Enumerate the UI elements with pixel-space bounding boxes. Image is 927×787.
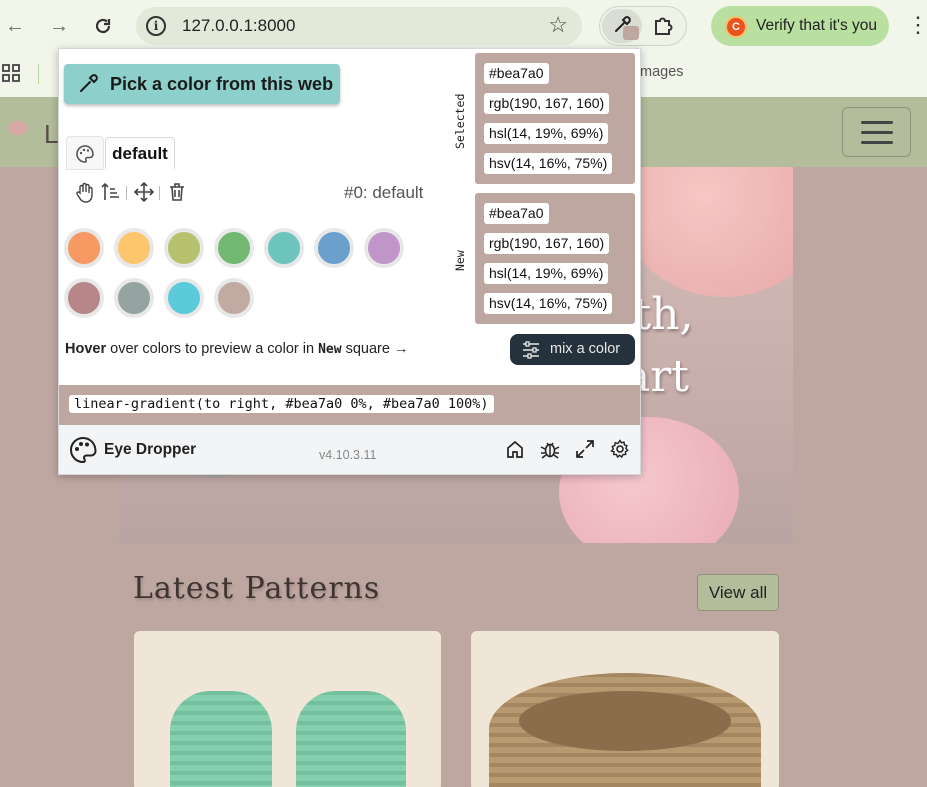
pick-color-button[interactable]: Pick a color from this web	[64, 64, 340, 104]
hint-bold: Hover	[65, 341, 107, 357]
booties-image	[170, 691, 272, 787]
toolbar-separator	[159, 186, 160, 200]
site-brand[interactable]: L	[44, 119, 58, 150]
gear-icon[interactable]	[610, 439, 630, 459]
palette-swatch[interactable]	[164, 278, 204, 318]
url-text[interactable]: 127.0.0.1:8000	[182, 16, 295, 36]
gradient-preview: linear-gradient(to right, #bea7a0 0%, #b…	[59, 385, 640, 425]
palette-icon	[76, 145, 94, 163]
eyedropper-extension-button[interactable]	[602, 9, 642, 43]
new-hsl[interactable]: hsl(14, 19%, 69%)	[484, 263, 609, 284]
verify-label: Verify that it's you	[756, 17, 877, 34]
hamburger-menu-button[interactable]	[842, 107, 911, 157]
home-icon[interactable]	[505, 439, 525, 459]
basket-inner	[519, 691, 731, 751]
selected-hex[interactable]: #bea7a0	[484, 63, 549, 84]
app-name: Eye Dropper	[104, 441, 197, 458]
browser-toolbar: ← → i 127.0.0.1:8000 ☆ C Verify that it'…	[0, 0, 927, 52]
pick-color-label: Pick a color from this web	[110, 74, 334, 94]
section-title: Latest Patterns	[133, 571, 381, 606]
current-color-swatch	[623, 26, 639, 40]
eyedropper-popup: Pick a color from this web default #0: d…	[58, 48, 641, 475]
hint-text-2: square →	[341, 341, 409, 357]
yarn-ball-image	[624, 167, 793, 297]
new-label: New	[453, 250, 467, 271]
palette-swatch[interactable]	[264, 228, 304, 268]
extensions-group	[599, 6, 687, 46]
new-hex[interactable]: #bea7a0	[484, 203, 549, 224]
palette-swatch[interactable]	[364, 228, 404, 268]
gradient-css-text[interactable]: linear-gradient(to right, #bea7a0 0%, #b…	[69, 395, 494, 413]
hint-text-1: over colors to preview a color in	[106, 341, 319, 357]
back-arrow-icon[interactable]: ←	[2, 13, 28, 39]
eyedropper-logo-icon	[70, 436, 97, 464]
move-icon[interactable]	[133, 181, 155, 203]
palette-swatch[interactable]	[64, 278, 104, 318]
pattern-card[interactable]	[471, 631, 779, 787]
new-hsv[interactable]: hsv(14, 16%, 75%)	[484, 293, 613, 314]
selected-color-panel: Selected #bea7a0 rgb(190, 167, 160) hsl(…	[453, 53, 635, 184]
apps-grid-icon[interactable]	[2, 64, 22, 90]
site-logo[interactable]	[8, 121, 28, 135]
new-rgb[interactable]: rgb(190, 167, 160)	[484, 233, 610, 254]
bug-icon[interactable]	[540, 439, 560, 459]
bookmarks-divider	[38, 64, 39, 84]
selected-hsv[interactable]: hsv(14, 16%, 75%)	[484, 153, 613, 174]
hand-icon[interactable]	[74, 181, 96, 203]
forward-arrow-icon[interactable]: →	[46, 13, 72, 39]
palette-tab-icon-button[interactable]	[66, 136, 104, 170]
mix-color-label: mix a color	[550, 341, 621, 357]
kebab-menu-icon[interactable]: ⋮	[907, 12, 927, 38]
verify-identity-button[interactable]: C Verify that it's you	[711, 6, 889, 46]
palette-swatch[interactable]	[114, 228, 154, 268]
sliders-icon	[523, 341, 539, 359]
pattern-card[interactable]	[134, 631, 441, 787]
sort-icon[interactable]	[100, 181, 122, 203]
app-version: v4.10.3.11	[319, 448, 377, 462]
site-info-icon[interactable]: i	[146, 16, 166, 36]
hint-new-word: New	[318, 342, 342, 357]
palette-swatch[interactable]	[114, 278, 154, 318]
hover-hint: Hover over colors to preview a color in …	[65, 341, 408, 357]
eyedropper-icon	[80, 74, 98, 92]
view-all-button[interactable]: View all	[697, 574, 779, 611]
toolbar-separator	[126, 186, 127, 200]
selected-rgb[interactable]: rgb(190, 167, 160)	[484, 93, 610, 114]
tab-default-palette[interactable]: default	[105, 137, 175, 169]
expand-icon[interactable]	[575, 439, 595, 459]
booties-image	[296, 691, 406, 787]
bookmark-images[interactable]: Images	[636, 64, 684, 80]
palette-swatch[interactable]	[64, 228, 104, 268]
palette-swatch[interactable]	[314, 228, 354, 268]
address-bar[interactable]: i 127.0.0.1:8000 ☆	[136, 7, 582, 45]
popup-footer: Eye Dropper v4.10.3.11	[59, 425, 640, 474]
profile-avatar: C	[725, 16, 747, 38]
palette-swatch[interactable]	[214, 228, 254, 268]
selected-label: Selected	[453, 93, 467, 149]
new-color-panel: New #bea7a0 rgb(190, 167, 160) hsl(14, 1…	[453, 193, 635, 324]
bookmark-star-icon[interactable]: ☆	[548, 12, 568, 38]
palette-swatch[interactable]	[164, 228, 204, 268]
palette-name: #0: default	[344, 183, 424, 202]
trash-icon[interactable]	[166, 181, 188, 203]
extensions-puzzle-icon[interactable]	[652, 13, 678, 39]
mix-color-button[interactable]: mix a color	[510, 334, 635, 365]
reload-icon[interactable]	[90, 13, 116, 39]
selected-hsl[interactable]: hsl(14, 19%, 69%)	[484, 123, 609, 144]
palette-swatch[interactable]	[214, 278, 254, 318]
